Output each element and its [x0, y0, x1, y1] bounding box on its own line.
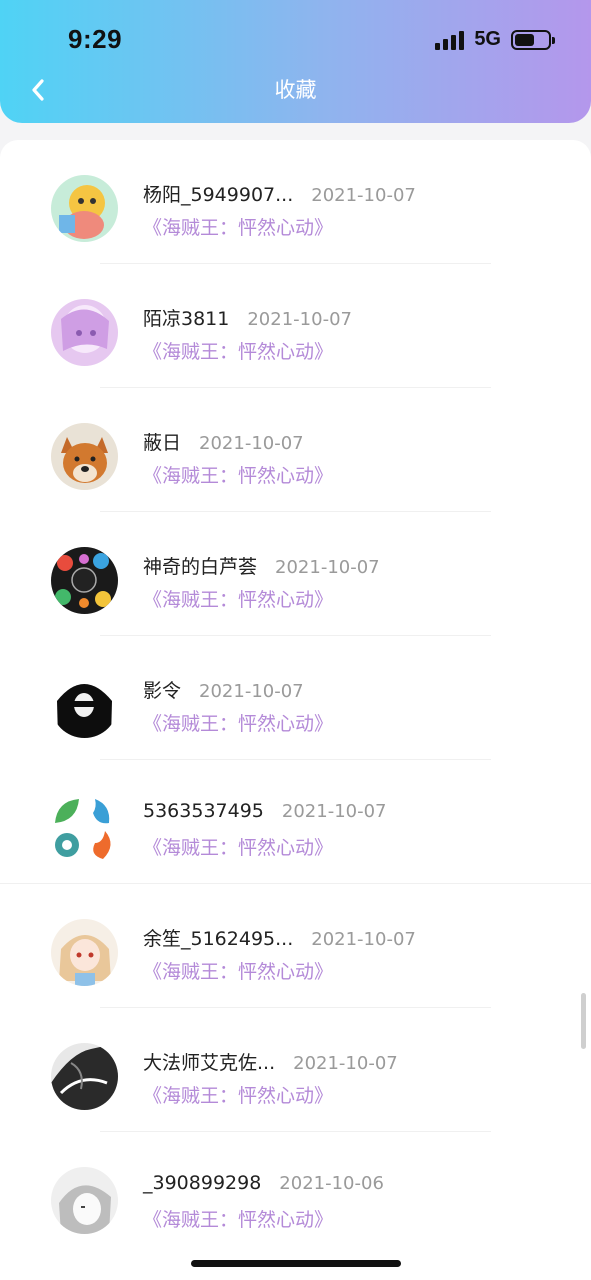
home-indicator[interactable] — [191, 1260, 401, 1267]
anime-sketch-avatar[interactable] — [51, 1167, 118, 1234]
favorite-date: 2021-10-07 — [247, 309, 352, 330]
work-title[interactable]: 《海贼王：怦然心动》 — [143, 957, 333, 984]
work-title[interactable]: 《海贼王：怦然心动》 — [143, 709, 333, 736]
anime-girl-avatar[interactable] — [51, 299, 118, 366]
item-header: 影令 2021-10-07 — [143, 676, 304, 703]
favorite-date: 2021-10-07 — [293, 1053, 398, 1074]
user-name[interactable]: 5363537495 — [143, 800, 264, 822]
item-header: 蔽日 2021-10-07 — [143, 428, 304, 455]
item-header: _390899298 2021-10-06 — [143, 1172, 384, 1194]
user-name[interactable]: 神奇的白芦荟 — [143, 552, 257, 579]
user-name[interactable]: 蔽日 — [143, 428, 181, 455]
user-name[interactable]: _390899298 — [143, 1172, 261, 1194]
favorites-list[interactable]: 杨阳_5949907... 2021-10-07 《海贼王：怦然心动》 陌凉38… — [0, 140, 591, 1280]
favorite-date: 2021-10-07 — [281, 801, 387, 822]
favorite-date: 2021-10-07 — [311, 185, 416, 206]
network-label: 5G — [474, 28, 501, 50]
favorite-date: 2021-10-06 — [279, 1173, 384, 1194]
item-header: 杨阳_5949907... 2021-10-07 — [143, 180, 416, 207]
battery-icon — [511, 29, 555, 50]
status-indicators: 5G — [435, 28, 555, 51]
list-item[interactable]: 5363537495 2021-10-07 《海贼王：怦然心动》 — [0, 760, 591, 884]
user-name[interactable]: 余笙_5162495... — [143, 924, 293, 951]
item-header: 5363537495 2021-10-07 — [143, 800, 387, 822]
user-name[interactable]: 陌凉3811 — [143, 304, 229, 331]
manga-sketch-avatar[interactable] — [51, 1043, 118, 1110]
favorite-date: 2021-10-07 — [199, 681, 304, 702]
item-header: 陌凉3811 2021-10-07 — [143, 304, 352, 331]
anime-catgirl-avatar[interactable] — [51, 919, 118, 986]
work-title[interactable]: 《海贼王：怦然心动》 — [143, 213, 333, 240]
header-bar: 9:29 5G 收藏 — [0, 0, 591, 123]
item-header: 余笙_5162495... 2021-10-07 — [143, 924, 416, 951]
list-item[interactable]: 余笙_5162495... 2021-10-07 《海贼王：怦然心动》 — [0, 884, 591, 1008]
colorful-collage-avatar[interactable] — [51, 547, 118, 614]
work-title[interactable]: 《海贼王：怦然心动》 — [143, 337, 333, 364]
page-title: 收藏 — [274, 78, 317, 102]
elements-icons-avatar[interactable] — [51, 795, 118, 862]
user-name[interactable]: 杨阳_5949907... — [143, 180, 293, 207]
favorite-date: 2021-10-07 — [199, 433, 304, 454]
work-title[interactable]: 《海贼王：怦然心动》 — [143, 461, 333, 488]
list-item[interactable]: 杨阳_5949907... 2021-10-07 《海贼王：怦然心动》 — [0, 140, 591, 264]
signal-icon — [435, 30, 465, 50]
dark-anime-avatar[interactable] — [51, 671, 118, 738]
item-header: 大法师艾克佐... 2021-10-07 — [143, 1048, 398, 1075]
list-item[interactable]: 大法师艾克佐... 2021-10-07 《海贼王：怦然心动》 — [0, 1008, 591, 1132]
list-item[interactable]: _390899298 2021-10-06 《海贼王：怦然心动》 — [0, 1132, 591, 1256]
work-title[interactable]: 《海贼王：怦然心动》 — [143, 833, 333, 860]
status-time: 9:29 — [68, 24, 123, 54]
list-item[interactable]: 神奇的白芦荟 2021-10-07 《海贼王：怦然心动》 — [0, 512, 591, 636]
work-title[interactable]: 《海贼王：怦然心动》 — [143, 1081, 333, 1108]
scrollbar[interactable] — [581, 993, 586, 1049]
list-item[interactable]: 蔽日 2021-10-07 《海贼王：怦然心动》 — [0, 388, 591, 512]
work-title[interactable]: 《海贼王：怦然心动》 — [143, 1205, 333, 1232]
work-title[interactable]: 《海贼王：怦然心动》 — [143, 585, 333, 612]
favorite-date: 2021-10-07 — [275, 557, 380, 578]
user-name[interactable]: 大法师艾克佐... — [143, 1048, 275, 1075]
favorite-date: 2021-10-07 — [311, 929, 416, 950]
user-name[interactable]: 影令 — [143, 676, 181, 703]
dog-avatar[interactable] — [51, 423, 118, 490]
cartoon-bear-avatar[interactable] — [51, 175, 118, 242]
list-item[interactable]: 影令 2021-10-07 《海贼王：怦然心动》 — [0, 636, 591, 760]
list-item[interactable]: 陌凉3811 2021-10-07 《海贼王：怦然心动》 — [0, 264, 591, 388]
item-header: 神奇的白芦荟 2021-10-07 — [143, 552, 380, 579]
